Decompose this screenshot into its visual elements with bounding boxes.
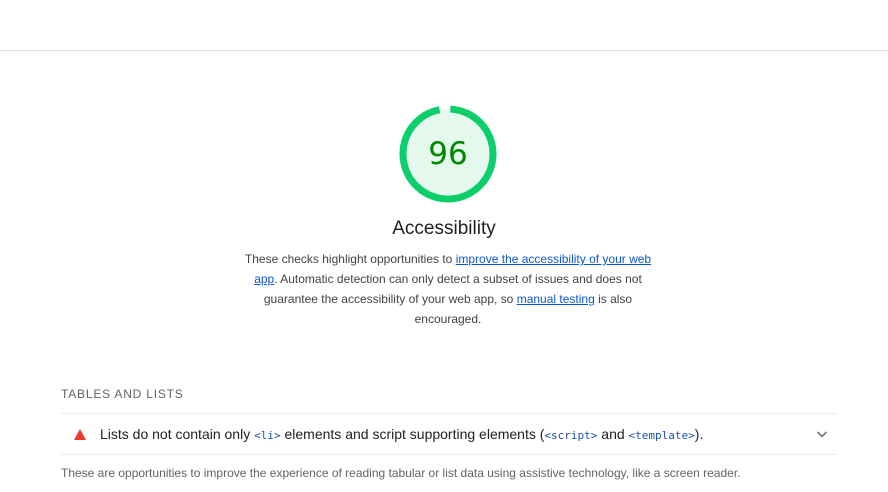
- audit-code-script: <script>: [544, 429, 598, 442]
- audit-title-text-1: Lists do not contain only: [100, 426, 255, 442]
- audit-code-li: <li>: [254, 429, 281, 442]
- report-page: 96 Accessibility These checks highlight …: [0, 0, 888, 492]
- fail-triangle-icon: [74, 429, 86, 440]
- group-description: These are opportunities to improve the e…: [61, 466, 741, 480]
- chevron-down-icon[interactable]: [815, 427, 829, 441]
- score-value: 96: [428, 136, 468, 172]
- group-title: TABLES AND LISTS: [61, 387, 184, 401]
- description-text-1: These checks highlight opportunities to: [244, 252, 456, 266]
- score-gauge[interactable]: 96: [398, 104, 498, 204]
- manual-testing-link[interactable]: manual testing: [517, 292, 595, 306]
- category-description: These checks highlight opportunities to …: [244, 249, 652, 329]
- category-title: Accessibility: [392, 218, 496, 239]
- audit-list-row[interactable]: Lists do not contain only <li> elements …: [61, 413, 837, 455]
- audit-title-text-2: elements and script supporting elements …: [280, 426, 545, 442]
- audit-code-template: <template>: [628, 429, 695, 442]
- audit-title-text-4: ).: [694, 426, 704, 442]
- audit-title: Lists do not contain only <li> elements …: [100, 426, 703, 442]
- top-divider: [0, 50, 888, 51]
- audit-title-text-3: and: [597, 426, 629, 442]
